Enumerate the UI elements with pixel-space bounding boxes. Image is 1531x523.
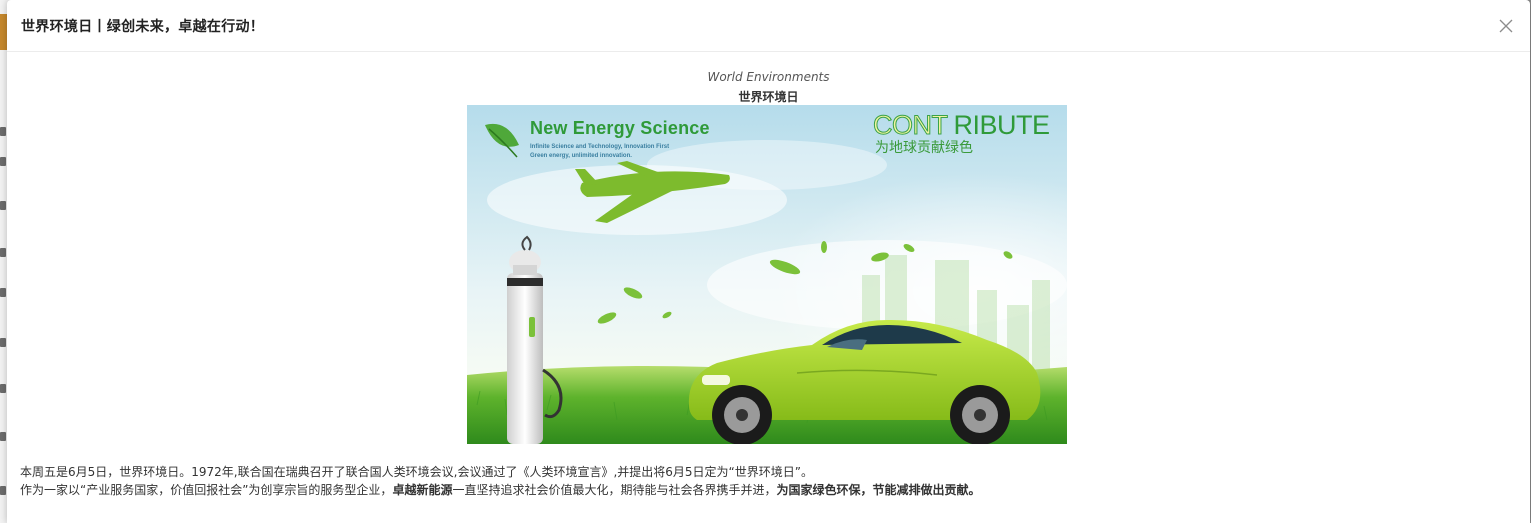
background-text-fragment	[0, 432, 6, 441]
banner-subtitle-line2: Green energy, unlimited innovation.	[530, 153, 632, 159]
background-text-fragment	[0, 248, 6, 257]
banner-subtitle-line1: Infinite Science and Technology, Innovat…	[530, 144, 670, 150]
banner-slogan: 为地球贡献绿色	[875, 140, 973, 156]
paragraph-2: 作为一家以“产业服务国家，价值回报社会”为创享宗旨的服务型企业，卓越新能源一直坚…	[20, 481, 980, 498]
close-icon	[1499, 19, 1513, 32]
background-text-fragment	[0, 338, 6, 347]
background-banner	[0, 14, 7, 50]
banner-title: New Energy Science	[530, 118, 710, 138]
background-text-fragment	[0, 384, 6, 393]
background-text-fragment	[0, 288, 6, 297]
paragraph-2-company: 卓越新能源	[392, 483, 453, 497]
banner-subtitle: Infinite Science and Technology, Innovat…	[530, 143, 669, 161]
paragraph-1: 本周五是6月5日，世界环境日。1972年,联合国在瑞典召开了联合国人类环境会议,…	[20, 465, 813, 479]
dialog-title: 世界环境日丨绿创未来，卓越在行动！	[21, 18, 265, 35]
caption-chinese: 世界环境日	[738, 90, 799, 104]
close-button[interactable]	[1495, 15, 1517, 37]
background-text-fragment	[0, 486, 6, 495]
paragraph-2-text: 作为一家以“产业服务国家，价值回报社会”为创享宗旨的服务型企业，	[20, 483, 393, 497]
dialog-header: 世界环境日丨绿创未来，卓越在行动！	[7, 0, 1530, 52]
banner-image: New Energy Science Infinite Science and …	[467, 105, 1067, 444]
banner-contribute-part2: RIBUTE	[953, 110, 1051, 140]
paragraph-2-highlight: 为国家绿色环保，节能减排做出贡献。	[776, 483, 981, 497]
background-text-fragment	[0, 157, 6, 166]
caption-english: World Environments	[707, 70, 830, 84]
article-dialog: 世界环境日丨绿创未来，卓越在行动！ World Environments 世界环…	[7, 0, 1530, 523]
background-text-fragment	[0, 127, 6, 136]
banner-contribute-part1: CONT	[873, 110, 949, 141]
paragraph-2-text: 一直坚持追求社会价值最大化，期待能与社会各界携手并进，	[452, 483, 777, 497]
background-text-fragment	[0, 201, 6, 210]
dialog-body: World Environments 世界环境日 New Energy Scie…	[7, 52, 1530, 522]
